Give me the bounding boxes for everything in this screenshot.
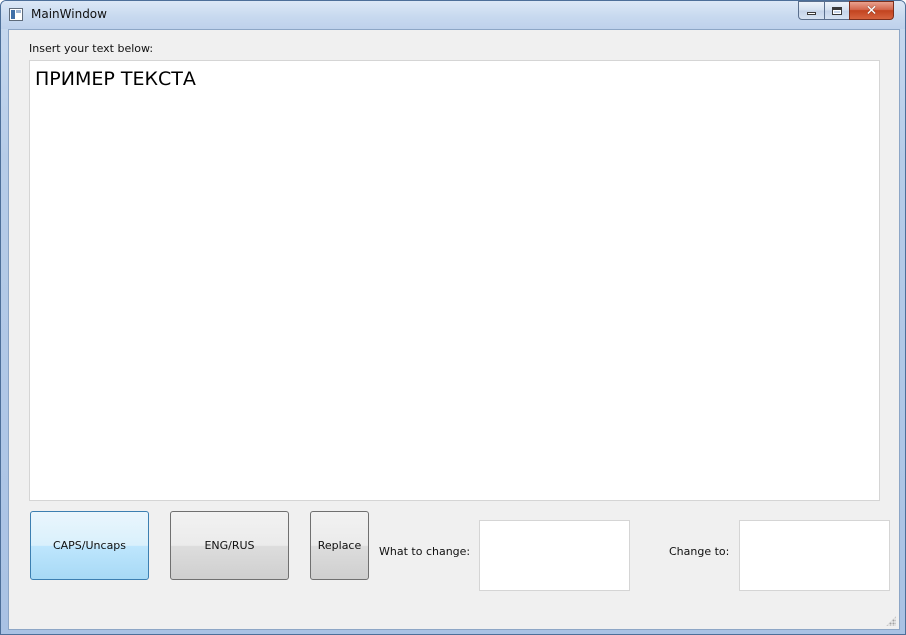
window-title: MainWindow [31,7,107,21]
close-icon: ✕ [865,2,878,19]
what-to-change-field[interactable] [479,520,630,591]
app-window-icon [9,8,23,21]
eng-rus-button[interactable]: ENG/RUS [170,511,289,580]
what-to-change-label: What to change: [379,545,471,558]
size-grip-icon[interactable] [886,616,896,626]
editor-label: Insert your text below: [29,42,154,55]
minimize-icon [807,12,816,15]
title-bar[interactable]: MainWindow ✕ [1,1,905,29]
main-text-editor[interactable]: ПРИМЕР ТЕКСТА [29,60,880,501]
client-area: Insert your text below: ПРИМЕР ТЕКСТА CA… [8,29,900,630]
minimize-button[interactable] [798,1,825,20]
replace-button[interactable]: Replace [310,511,369,580]
change-to-label: Change to: [669,545,730,558]
main-window: MainWindow ✕ Insert your text below: ПРИ… [0,0,906,635]
caps-uncaps-button[interactable]: CAPS/Uncaps [30,511,149,580]
close-button[interactable]: ✕ [849,1,894,20]
maximize-icon [832,6,842,15]
maximize-button[interactable] [824,1,850,20]
change-to-field[interactable] [739,520,890,591]
